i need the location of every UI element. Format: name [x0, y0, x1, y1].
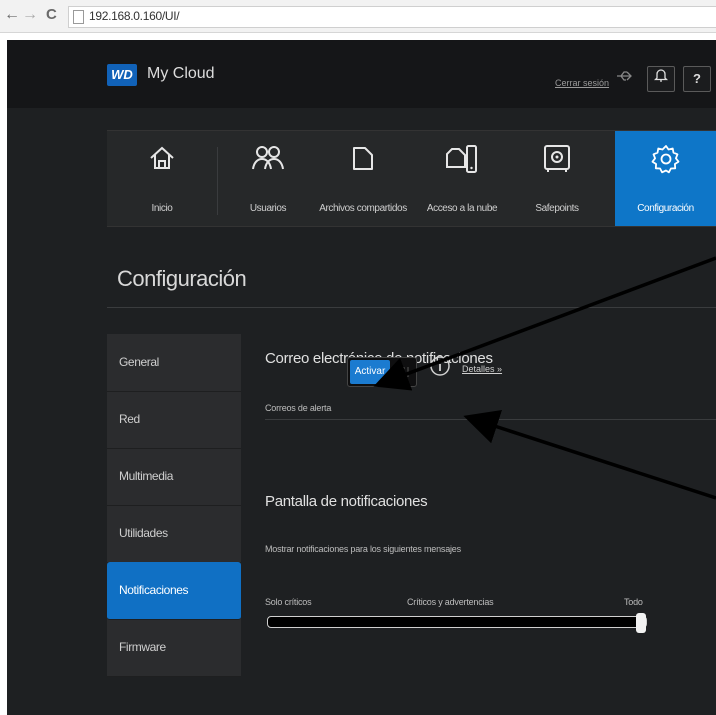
arrow-to-toggle: [373, 256, 716, 391]
annotation-arrows: [373, 256, 716, 500]
arrow-to-details: [463, 410, 716, 500]
